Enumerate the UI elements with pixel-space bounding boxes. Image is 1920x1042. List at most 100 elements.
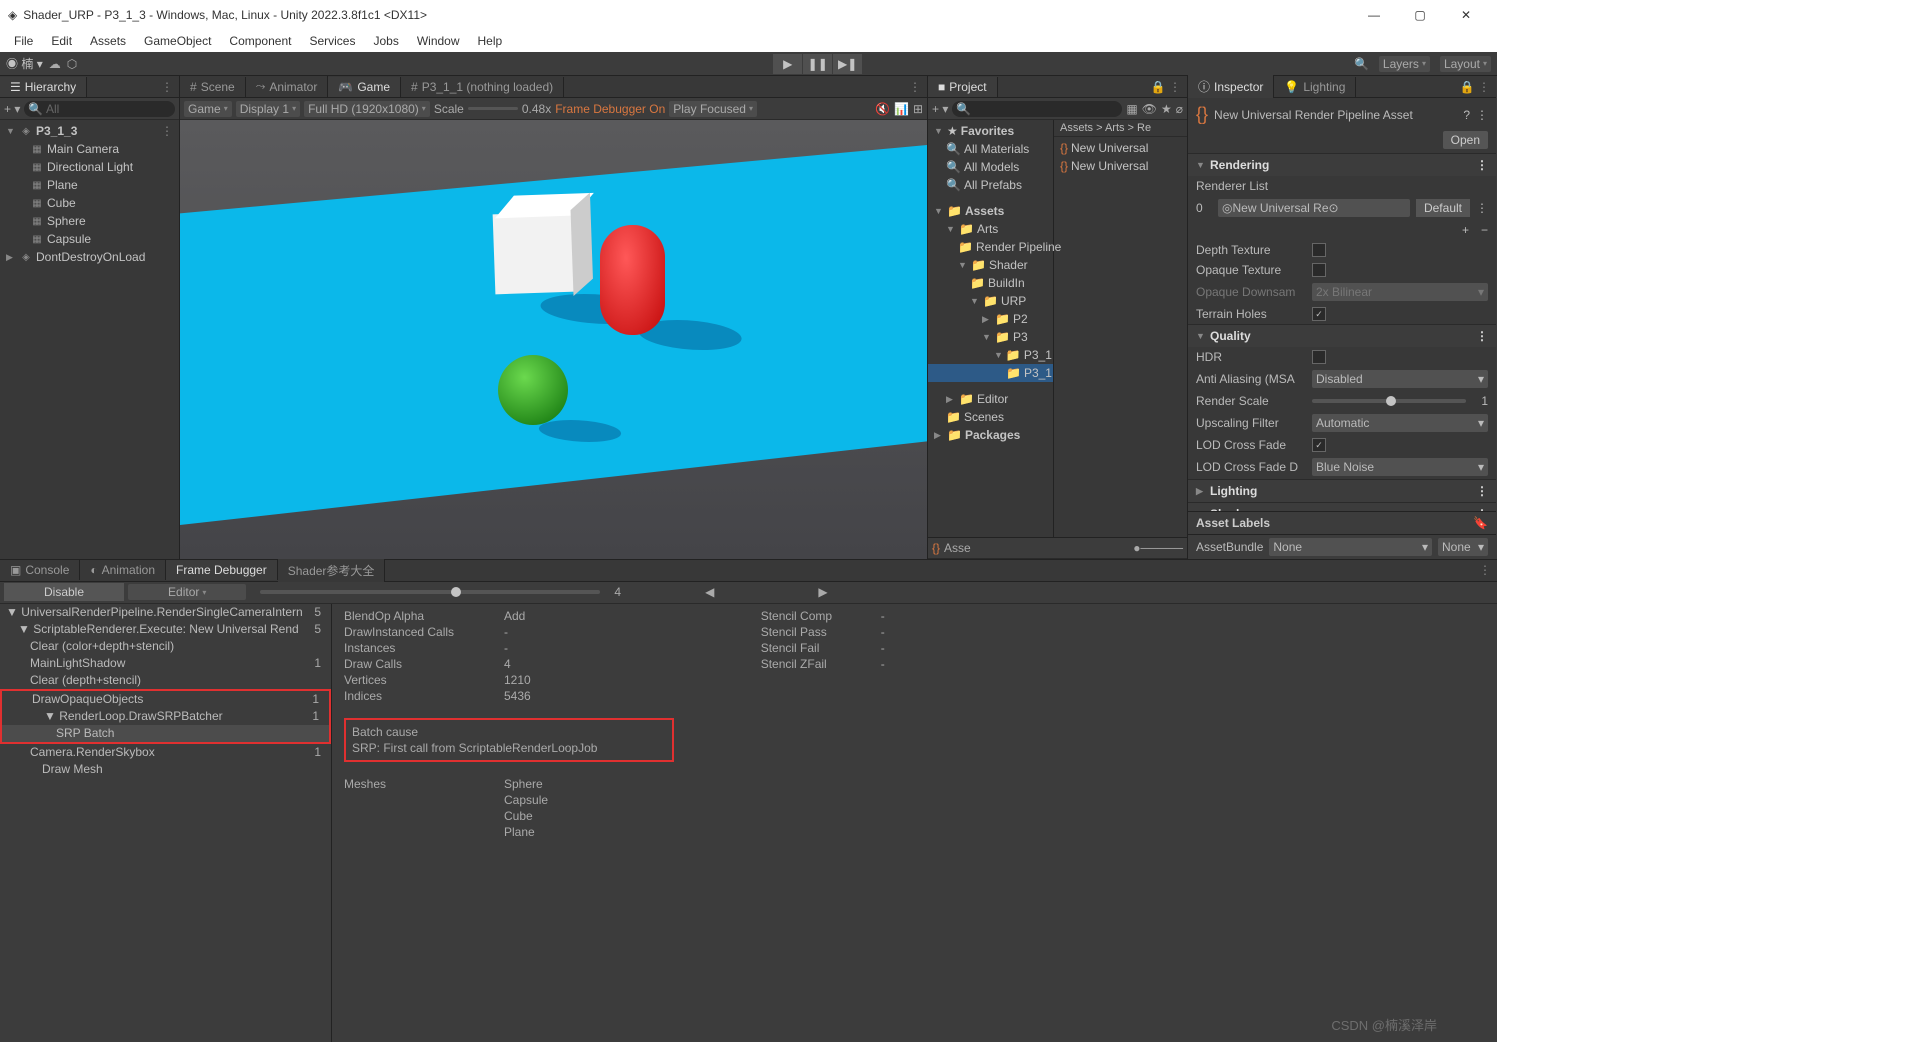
folder-item[interactable]: ▼📁 URP	[928, 292, 1053, 310]
lod-fade-checkbox[interactable]: ✓	[1312, 438, 1326, 452]
folder-item[interactable]: ▶📁 Editor	[928, 390, 1053, 408]
add-dropdown[interactable]: + ▾	[4, 102, 20, 116]
fav-item[interactable]: 🔍 All Materials	[928, 140, 1053, 158]
renderer-menu[interactable]: ⋮	[1476, 201, 1488, 215]
fav-item[interactable]: 🔍 All Prefabs	[928, 176, 1053, 194]
hierarchy-item[interactable]: ▦Plane	[0, 176, 179, 194]
packages-folder[interactable]: ▶📁 Packages	[928, 426, 1053, 444]
gizmos-icon[interactable]: ⊞	[913, 102, 923, 116]
assetbundle-variant[interactable]: None▾	[1438, 538, 1488, 556]
section-quality[interactable]: ▼Quality⋮	[1188, 324, 1496, 347]
panel-lock-icon[interactable]: 🔒 ⋮	[1454, 80, 1496, 94]
tab-project[interactable]: ■ Project	[928, 77, 998, 97]
menu-file[interactable]: File	[6, 32, 41, 50]
fd-tree-item[interactable]: Clear (color+depth+stencil)	[0, 638, 331, 655]
lod-fade-dither-dropdown[interactable]: Blue Noise▾	[1312, 458, 1488, 476]
hierarchy-item[interactable]: ▦Capsule	[0, 230, 179, 248]
favorites-header[interactable]: ▼★ Favorites	[928, 122, 1053, 140]
tab-animation[interactable]: ◐ Animation	[80, 560, 166, 580]
tab-lighting[interactable]: 💡 Lighting	[1274, 77, 1356, 97]
editor-dropdown[interactable]: Editor	[128, 584, 246, 600]
menu-assets[interactable]: Assets	[82, 32, 134, 50]
asset-item[interactable]: {} New Universal	[1054, 157, 1187, 175]
remove-renderer[interactable]: −	[1481, 223, 1488, 237]
search-icon[interactable]: 🔍	[1354, 57, 1369, 71]
preset-icon[interactable]: ⋮	[1476, 108, 1488, 122]
settings-icon[interactable]: ⬡	[67, 57, 77, 71]
fd-tree-item[interactable]: DrawOpaqueObjects1	[2, 691, 329, 708]
star-icon[interactable]: ★	[1161, 102, 1172, 116]
section-rendering[interactable]: ▼Rendering⋮	[1188, 153, 1496, 176]
frame-slider[interactable]	[260, 590, 600, 594]
fd-tree-item[interactable]: Draw Mesh	[0, 761, 331, 778]
hierarchy-dontdestroy[interactable]: ▶◈DontDestroyOnLoad	[0, 248, 179, 266]
menu-edit[interactable]: Edit	[43, 32, 80, 50]
tab-hierarchy[interactable]: ☰ Hierarchy	[0, 77, 87, 97]
panel-menu-icon[interactable]: ⋮	[1473, 563, 1497, 577]
folder-item[interactable]: ▼📁 Shader	[928, 256, 1053, 274]
panel-menu-icon[interactable]: ⋮	[903, 80, 927, 94]
project-search[interactable]: 🔍	[952, 101, 1122, 117]
hierarchy-item[interactable]: ▦Cube	[0, 194, 179, 212]
eye-icon[interactable]: 👁	[1142, 102, 1157, 116]
tab-p311[interactable]: # P3_1_1 (nothing loaded)	[401, 77, 564, 97]
render-scale-slider[interactable]	[1312, 399, 1466, 403]
opaque-texture-checkbox[interactable]	[1312, 263, 1326, 277]
fav-item[interactable]: 🔍 All Models	[928, 158, 1053, 176]
tab-game[interactable]: 🎮 Game	[328, 77, 401, 97]
fd-tree-item[interactable]: ▼ UniversalRenderPipeline.RenderSingleCa…	[0, 604, 331, 621]
hierarchy-item[interactable]: ▦Main Camera	[0, 140, 179, 158]
scale-slider[interactable]	[468, 107, 518, 110]
layout-dropdown[interactable]: Layout	[1440, 56, 1491, 72]
hidden-icon[interactable]: ⌀	[1176, 102, 1183, 116]
tab-console[interactable]: ▣ Console	[0, 560, 80, 580]
label-tag-icon[interactable]: 🔖	[1473, 516, 1488, 530]
display-dropdown[interactable]: Display 1	[236, 101, 300, 117]
default-button[interactable]: Default	[1416, 199, 1470, 217]
folder-item[interactable]: ▼📁 P3	[928, 328, 1053, 346]
open-button[interactable]: Open	[1443, 131, 1488, 149]
upscale-dropdown[interactable]: Automatic▾	[1312, 414, 1488, 432]
hierarchy-item[interactable]: ▦Directional Light	[0, 158, 179, 176]
fd-tree-item[interactable]: Camera.RenderSkybox1	[0, 744, 331, 761]
fd-tree-item[interactable]: MainLightShadow1	[0, 655, 331, 672]
fd-tree-item[interactable]: ▼ RenderLoop.DrawSRPBatcher1	[2, 708, 329, 725]
menu-component[interactable]: Component	[221, 32, 299, 50]
tab-animator[interactable]: ⤳ Animator	[246, 76, 329, 97]
help-icon[interactable]: ?	[1463, 108, 1470, 122]
game-mode-dropdown[interactable]: Game	[184, 101, 232, 117]
renderer-field[interactable]: ◎ New Universal Re ⊙	[1218, 199, 1410, 217]
layers-dropdown[interactable]: Layers	[1379, 56, 1430, 72]
menu-services[interactable]: Services	[301, 32, 363, 50]
tab-shader-ref[interactable]: Shader参考大全	[278, 559, 386, 582]
assets-folder[interactable]: ▼📁 Assets	[928, 202, 1053, 220]
stats-icon[interactable]: 📊	[894, 102, 909, 116]
fd-tree-item[interactable]: SRP Batch	[2, 725, 329, 742]
folder-item[interactable]: 📁 Scenes	[928, 408, 1053, 426]
add-button[interactable]: + ▾	[932, 102, 948, 116]
breadcrumb[interactable]: Assets > Arts > Re	[1054, 120, 1187, 137]
aa-dropdown[interactable]: Disabled▾	[1312, 370, 1488, 388]
filter-icon[interactable]: ▦	[1126, 102, 1137, 116]
folder-item-selected[interactable]: 📁 P3_1	[928, 364, 1053, 382]
add-renderer[interactable]: +	[1462, 223, 1469, 237]
maximize-button[interactable]: ▢	[1397, 0, 1443, 30]
section-shadows[interactable]: ▶Shadows⋮	[1188, 502, 1496, 511]
fd-tree-item[interactable]: ▼ ScriptableRenderer.Execute: New Univer…	[0, 621, 331, 638]
close-button[interactable]: ✕	[1443, 0, 1489, 30]
minimize-button[interactable]: —	[1351, 0, 1397, 30]
terrain-holes-checkbox[interactable]: ✓	[1312, 307, 1326, 321]
asset-item[interactable]: {} New Universal	[1054, 139, 1187, 157]
step-button[interactable]: ▶❚	[833, 54, 863, 74]
disable-button[interactable]: Disable	[4, 583, 124, 601]
mute-icon[interactable]: 🔇	[875, 102, 890, 116]
folder-item[interactable]: ▶📁 P2	[928, 310, 1053, 328]
folder-item[interactable]: 📁 Render Pipeline	[928, 238, 1053, 256]
play-button[interactable]: ▶	[773, 54, 803, 74]
folder-item[interactable]: ▼📁 Arts	[928, 220, 1053, 238]
menu-help[interactable]: Help	[470, 32, 511, 50]
depth-texture-checkbox[interactable]	[1312, 243, 1326, 257]
next-button[interactable]: ▶	[818, 585, 827, 599]
hdr-checkbox[interactable]	[1312, 350, 1326, 364]
tab-inspector[interactable]: ⓘ Inspector	[1188, 75, 1274, 98]
